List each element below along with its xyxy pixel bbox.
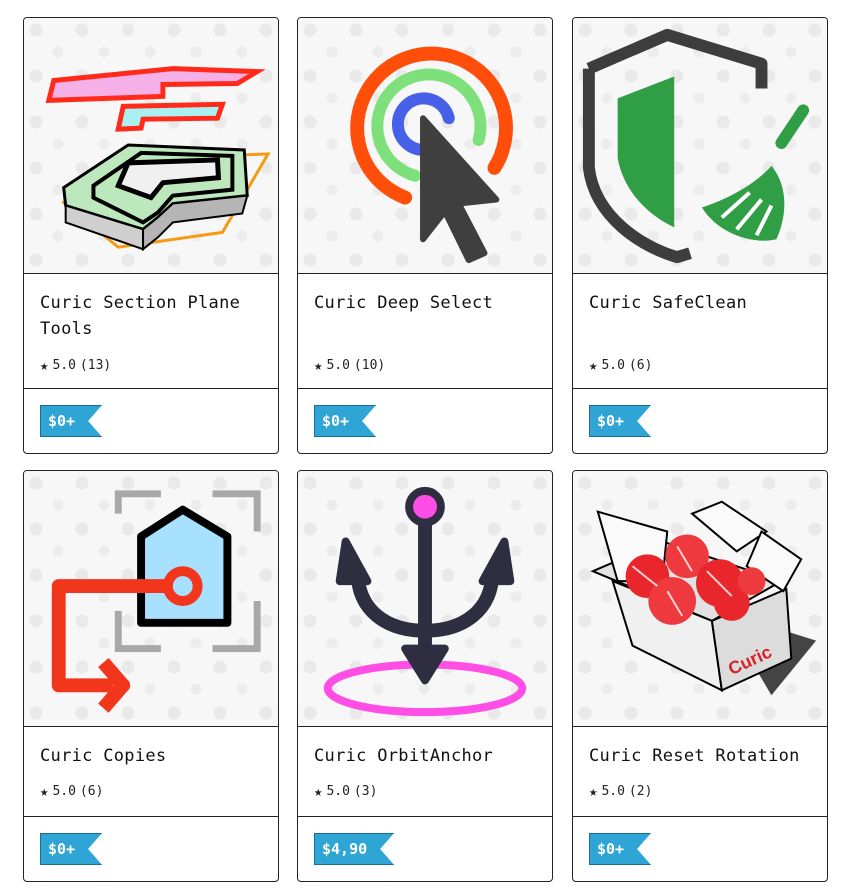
product-title[interactable]: Curic Reset Rotation [589,743,817,769]
product-thumbnail[interactable] [298,18,552,274]
price-tag[interactable]: $4,90 [314,833,394,865]
safeclean-icon [582,28,810,264]
rating: ★ 5.0 (6) [40,784,103,799]
rating: ★ 5.0 (2) [589,784,652,799]
product-title[interactable]: Curic Copies [40,743,268,769]
product-card[interactable]: Curic Section Plane Tools ★ 5.0 (13) $0+ [23,17,279,454]
rating-count: (13) [79,358,112,373]
star-icon: ★ [40,357,49,374]
rating-value: 5.0 [52,358,76,373]
rating-value: 5.0 [601,358,625,373]
star-icon: ★ [314,357,323,374]
rating: ★ 5.0 (10) [314,358,385,373]
product-thumbnail[interactable] [24,18,278,274]
product-grid: Curic Section Plane Tools ★ 5.0 (13) $0+… [0,0,853,889]
rating: ★ 5.0 (3) [314,784,377,799]
product-title[interactable]: Curic Section Plane Tools [40,290,268,342]
product-card[interactable]: Curic Curic Reset Rotation ★ 5.0 (2) $0+ [572,470,828,882]
rating-value: 5.0 [52,784,76,799]
rating-count: (2) [628,784,653,799]
product-title[interactable]: Curic Deep Select [314,290,542,316]
product-title[interactable]: Curic SafeClean [589,290,817,316]
star-icon: ★ [314,783,323,800]
price-tag[interactable]: $0+ [314,405,376,437]
product-thumbnail[interactable]: Curic [573,471,827,727]
star-icon: ★ [589,357,598,374]
rating-count: (3) [353,784,378,799]
rating-count: (10) [353,358,386,373]
product-card[interactable]: Curic SafeClean ★ 5.0 (6) $0+ [572,17,828,454]
price-tag[interactable]: $0+ [589,405,651,437]
product-thumbnail[interactable] [573,18,827,274]
rating-count: (6) [628,358,653,373]
rating: ★ 5.0 (6) [589,358,652,373]
product-thumbnail[interactable] [298,471,552,727]
product-card[interactable]: Curic Deep Select ★ 5.0 (10) $0+ [297,17,553,454]
price-tag[interactable]: $0+ [40,833,102,865]
section-plane-icon [45,66,271,252]
rating-value: 5.0 [326,784,350,799]
price-tag[interactable]: $0+ [589,833,651,865]
product-title[interactable]: Curic OrbitAnchor [314,743,542,769]
rating-value: 5.0 [601,784,625,799]
copies-icon [51,490,261,713]
rating-value: 5.0 [326,358,350,373]
rating-count: (6) [79,784,104,799]
orbit-anchor-icon [323,486,527,717]
star-icon: ★ [589,783,598,800]
price-tag[interactable]: $0+ [40,405,102,437]
product-card[interactable]: Curic Copies ★ 5.0 (6) $0+ [23,470,279,882]
product-thumbnail[interactable] [24,471,278,727]
reset-rotation-icon: Curic [590,500,817,696]
star-icon: ★ [40,783,49,800]
rating: ★ 5.0 (13) [40,358,111,373]
deep-select-icon [350,46,513,264]
product-card[interactable]: Curic OrbitAnchor ★ 5.0 (3) $4,90 [297,470,553,882]
